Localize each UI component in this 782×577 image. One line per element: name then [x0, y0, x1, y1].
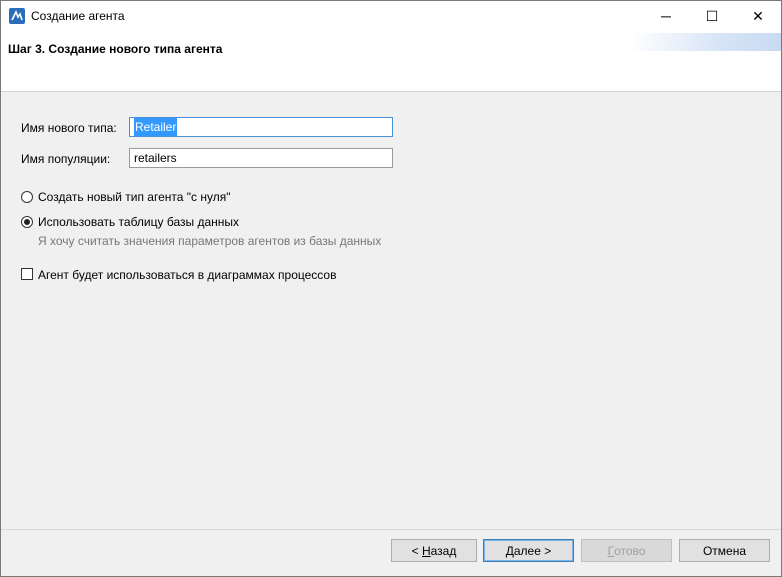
close-icon: ✕	[752, 7, 764, 24]
use-database-radio[interactable]	[21, 216, 33, 228]
create-agent-dialog: Создание агента ─ ☐ ✕ Шаг 3. Создание но…	[0, 0, 782, 577]
close-button[interactable]: ✕	[735, 1, 781, 31]
back-mnemonic: Н	[421, 543, 431, 558]
title-bar: Создание агента ─ ☐ ✕	[1, 1, 781, 31]
minimize-button[interactable]: ─	[643, 1, 689, 31]
process-diagrams-label[interactable]: Агент будет использоваться в диаграммах …	[38, 268, 336, 282]
type-name-input[interactable]: Retailer	[129, 117, 393, 137]
window-title: Создание агента	[31, 9, 125, 23]
finish-rest: отово	[614, 543, 646, 558]
header-decoration	[631, 33, 781, 51]
next-button[interactable]: Далее >	[483, 539, 574, 562]
next-mnemonic: Д	[505, 543, 514, 558]
step-title: Шаг 3. Создание нового типа агента	[8, 42, 223, 56]
create-from-scratch-label[interactable]: Создать новый тип агента "с нуля"	[38, 190, 230, 204]
population-label: Имя популяции:	[21, 152, 111, 166]
type-name-value: Retailer	[134, 118, 178, 136]
back-prefix: <	[411, 543, 422, 558]
maximize-button[interactable]: ☐	[689, 1, 735, 31]
use-database-label[interactable]: Использовать таблицу базы данных	[38, 215, 239, 229]
minimize-icon: ─	[661, 8, 671, 24]
wizard-header: Шаг 3. Создание нового типа агента	[1, 31, 781, 92]
next-rest: алее >	[513, 543, 552, 558]
finish-button[interactable]: Готово	[581, 539, 672, 562]
use-database-hint: Я хочу считать значения параметров агент…	[38, 234, 382, 248]
footer-divider	[1, 529, 781, 530]
process-diagrams-checkbox[interactable]	[21, 268, 33, 280]
cancel-label: Отмена	[702, 543, 747, 558]
cancel-button[interactable]: Отмена	[679, 539, 770, 562]
back-button[interactable]: < Назад	[391, 539, 477, 562]
maximize-icon: ☐	[705, 7, 719, 24]
create-from-scratch-radio[interactable]	[21, 191, 33, 203]
type-name-label: Имя нового типа:	[21, 121, 117, 135]
anylogic-icon	[9, 8, 25, 24]
population-input[interactable]: retailers	[129, 148, 393, 168]
back-rest: азад	[430, 543, 457, 558]
population-value: retailers	[134, 151, 177, 165]
